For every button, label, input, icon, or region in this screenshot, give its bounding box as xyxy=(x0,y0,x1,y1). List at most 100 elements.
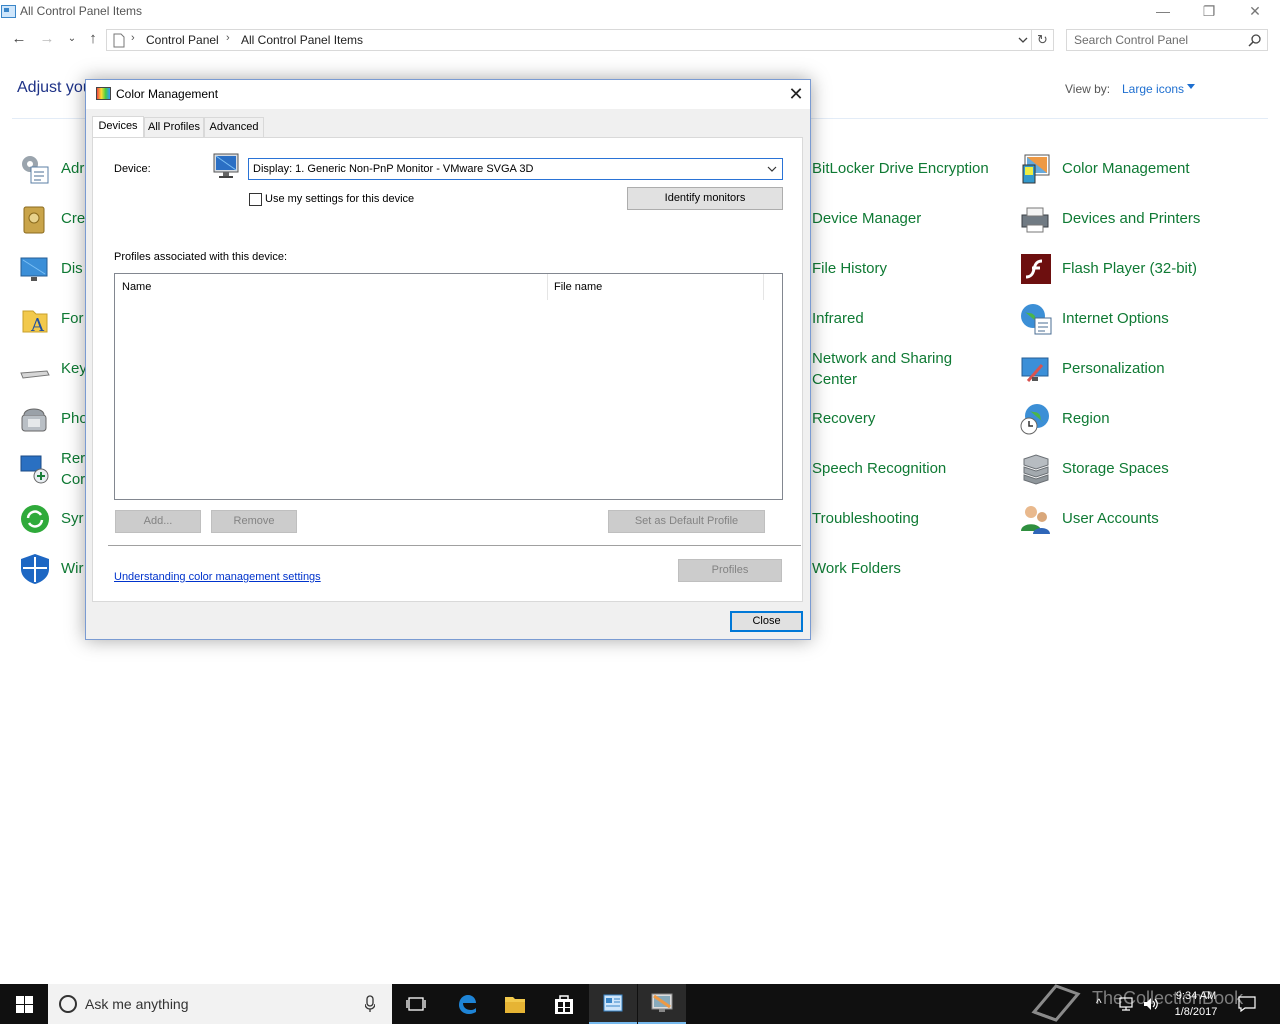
tab-all-profiles[interactable]: All Profiles xyxy=(144,117,204,138)
edge-icon xyxy=(459,995,476,1014)
network-icon[interactable] xyxy=(1118,996,1136,1012)
color-management-dialog: Color Management ✕ Devices All Profiles … xyxy=(85,79,811,640)
keyboard-icon xyxy=(20,370,50,379)
action-center-icon[interactable] xyxy=(1238,996,1256,1012)
identify-monitors-button[interactable]: Identify monitors xyxy=(627,187,783,210)
dialog-close-x-button[interactable]: ✕ xyxy=(783,82,809,106)
breadcrumb-control-panel[interactable]: Control Panel xyxy=(146,33,219,47)
cp-item-label: Flash Player (32-bit) xyxy=(1062,260,1198,277)
profiles-button[interactable]: Profiles xyxy=(678,559,782,582)
up-arrow-icon[interactable]: ↑ xyxy=(84,30,102,50)
set-default-profile-button[interactable]: Set as Default Profile xyxy=(608,510,765,533)
cp-item-label: Infrared xyxy=(812,310,864,327)
microphone-icon[interactable] xyxy=(365,995,375,1013)
view-by-label: View by: xyxy=(1065,82,1111,96)
cp-item-label: Network and Sharing Center xyxy=(812,350,953,388)
color-management-taskbar-button[interactable] xyxy=(638,984,686,1024)
restore-button[interactable]: ❐ xyxy=(1186,0,1232,24)
volume-icon[interactable] xyxy=(1142,996,1160,1012)
close-window-button[interactable]: ✕ xyxy=(1232,0,1278,24)
search-icon[interactable] xyxy=(1248,33,1262,47)
remoteapp-icon xyxy=(20,455,49,484)
page-heading: Adjust you xyxy=(17,79,92,96)
view-by-dropdown[interactable]: Large icons xyxy=(1122,82,1184,96)
recent-locations-chevron-icon[interactable]: ⌄ xyxy=(63,30,81,50)
breadcrumb-all-items[interactable]: All Control Panel Items xyxy=(241,33,363,47)
cp-item-label: User Accounts xyxy=(1062,510,1159,527)
cp-item-label: File History xyxy=(812,260,888,277)
cortana-search-box[interactable]: Ask me anything xyxy=(48,984,392,1024)
edge-browser-button[interactable] xyxy=(443,984,491,1024)
task-view-button[interactable] xyxy=(392,984,440,1024)
cp-item-label: Color Management xyxy=(1062,160,1190,177)
phone-icon xyxy=(21,408,47,432)
search-input[interactable] xyxy=(1067,30,1242,50)
clock-date: 1/8/2017 xyxy=(1174,1006,1218,1018)
tab-devices[interactable]: Devices xyxy=(92,116,144,138)
use-my-settings-checkbox[interactable] xyxy=(249,193,262,206)
cp-item-label: Devices and Printers xyxy=(1062,210,1201,227)
administrative-tools-icon xyxy=(22,156,49,184)
cp-item-label: Pho xyxy=(61,410,88,427)
sync-center-icon xyxy=(21,505,49,533)
watermark-book-icon xyxy=(1031,984,1081,1022)
color-management-icon xyxy=(651,993,673,1012)
cp-item-label: Key xyxy=(61,360,87,377)
search-box[interactable] xyxy=(1066,29,1268,51)
cp-item-label: Wir xyxy=(61,560,84,577)
color-management-help-link[interactable]: Understanding color management settings xyxy=(114,571,321,583)
cp-item-label: Cre xyxy=(61,210,86,227)
cp-item-label: Troubleshooting xyxy=(812,510,920,527)
monitor-icon xyxy=(213,153,239,178)
task-view-icon xyxy=(406,997,426,1011)
color-management-icon xyxy=(1022,154,1050,184)
device-label: Device: xyxy=(114,163,151,175)
start-button[interactable] xyxy=(0,984,48,1024)
cp-item-label: Recovery xyxy=(812,410,876,427)
profiles-associated-label: Profiles associated with this device: xyxy=(114,251,288,263)
back-arrow-icon[interactable]: ← xyxy=(10,30,28,50)
refresh-icon[interactable]: ↻ xyxy=(1032,29,1054,51)
address-bar[interactable]: › Control Panel › All Control Panel Item… xyxy=(106,29,1032,51)
tab-advanced[interactable]: Advanced xyxy=(204,117,264,138)
cp-item-label: Storage Spaces xyxy=(1062,460,1169,477)
color-management-title-icon xyxy=(96,87,111,100)
device-dropdown[interactable]: Display: 1. Generic Non-PnP Monitor - VM… xyxy=(248,158,783,180)
window-title: All Control Panel Items xyxy=(20,4,143,18)
cp-item-label: Device Manager xyxy=(812,210,922,227)
forward-arrow-icon[interactable]: → xyxy=(38,30,56,50)
taskbar-clock[interactable]: 9:34 AM 1/8/2017 xyxy=(1166,988,1226,1020)
close-button[interactable]: Close xyxy=(730,611,803,632)
cp-item-label: Internet Options xyxy=(1062,310,1169,327)
cp-item-label: Syr xyxy=(61,510,84,527)
store-bag-icon xyxy=(555,995,573,1014)
remove-profile-button[interactable]: Remove xyxy=(211,510,297,533)
breadcrumb-separator-icon: › xyxy=(131,32,135,44)
column-header-name[interactable]: Name xyxy=(122,281,151,293)
cp-item-label: Work Folders xyxy=(812,560,901,577)
file-explorer-button[interactable] xyxy=(491,984,539,1024)
control-panel-taskbar-button[interactable] xyxy=(589,984,637,1024)
page-icon xyxy=(113,33,125,48)
column-separator[interactable] xyxy=(547,274,548,300)
divider-line-highlight xyxy=(108,546,801,547)
storage-spaces-icon xyxy=(1023,454,1049,485)
cp-item-label: BitLocker Drive Encryption xyxy=(812,160,989,177)
address-dropdown-icon[interactable] xyxy=(1018,37,1028,45)
column-separator[interactable] xyxy=(763,274,764,300)
show-hidden-icons-chevron-icon[interactable]: ^ xyxy=(1096,996,1102,1010)
fonts-icon: A xyxy=(22,310,48,335)
add-profile-button[interactable]: Add... xyxy=(115,510,201,533)
minimize-button[interactable]: — xyxy=(1140,0,1186,24)
device-dropdown-value: Display: 1. Generic Non-PnP Monitor - VM… xyxy=(253,163,534,175)
cortana-ring-icon xyxy=(59,995,77,1013)
profiles-list[interactable]: Name File name xyxy=(114,273,783,500)
cortana-search-text: Ask me anything xyxy=(85,996,189,1012)
control-panel-icon xyxy=(1,5,16,18)
user-accounts-icon xyxy=(1021,506,1050,534)
cp-item-label: For xyxy=(61,310,84,327)
store-button[interactable] xyxy=(540,984,588,1024)
view-by-chevron-icon[interactable] xyxy=(1187,84,1195,89)
svg-text:A: A xyxy=(30,315,45,335)
column-header-file-name[interactable]: File name xyxy=(554,281,602,293)
